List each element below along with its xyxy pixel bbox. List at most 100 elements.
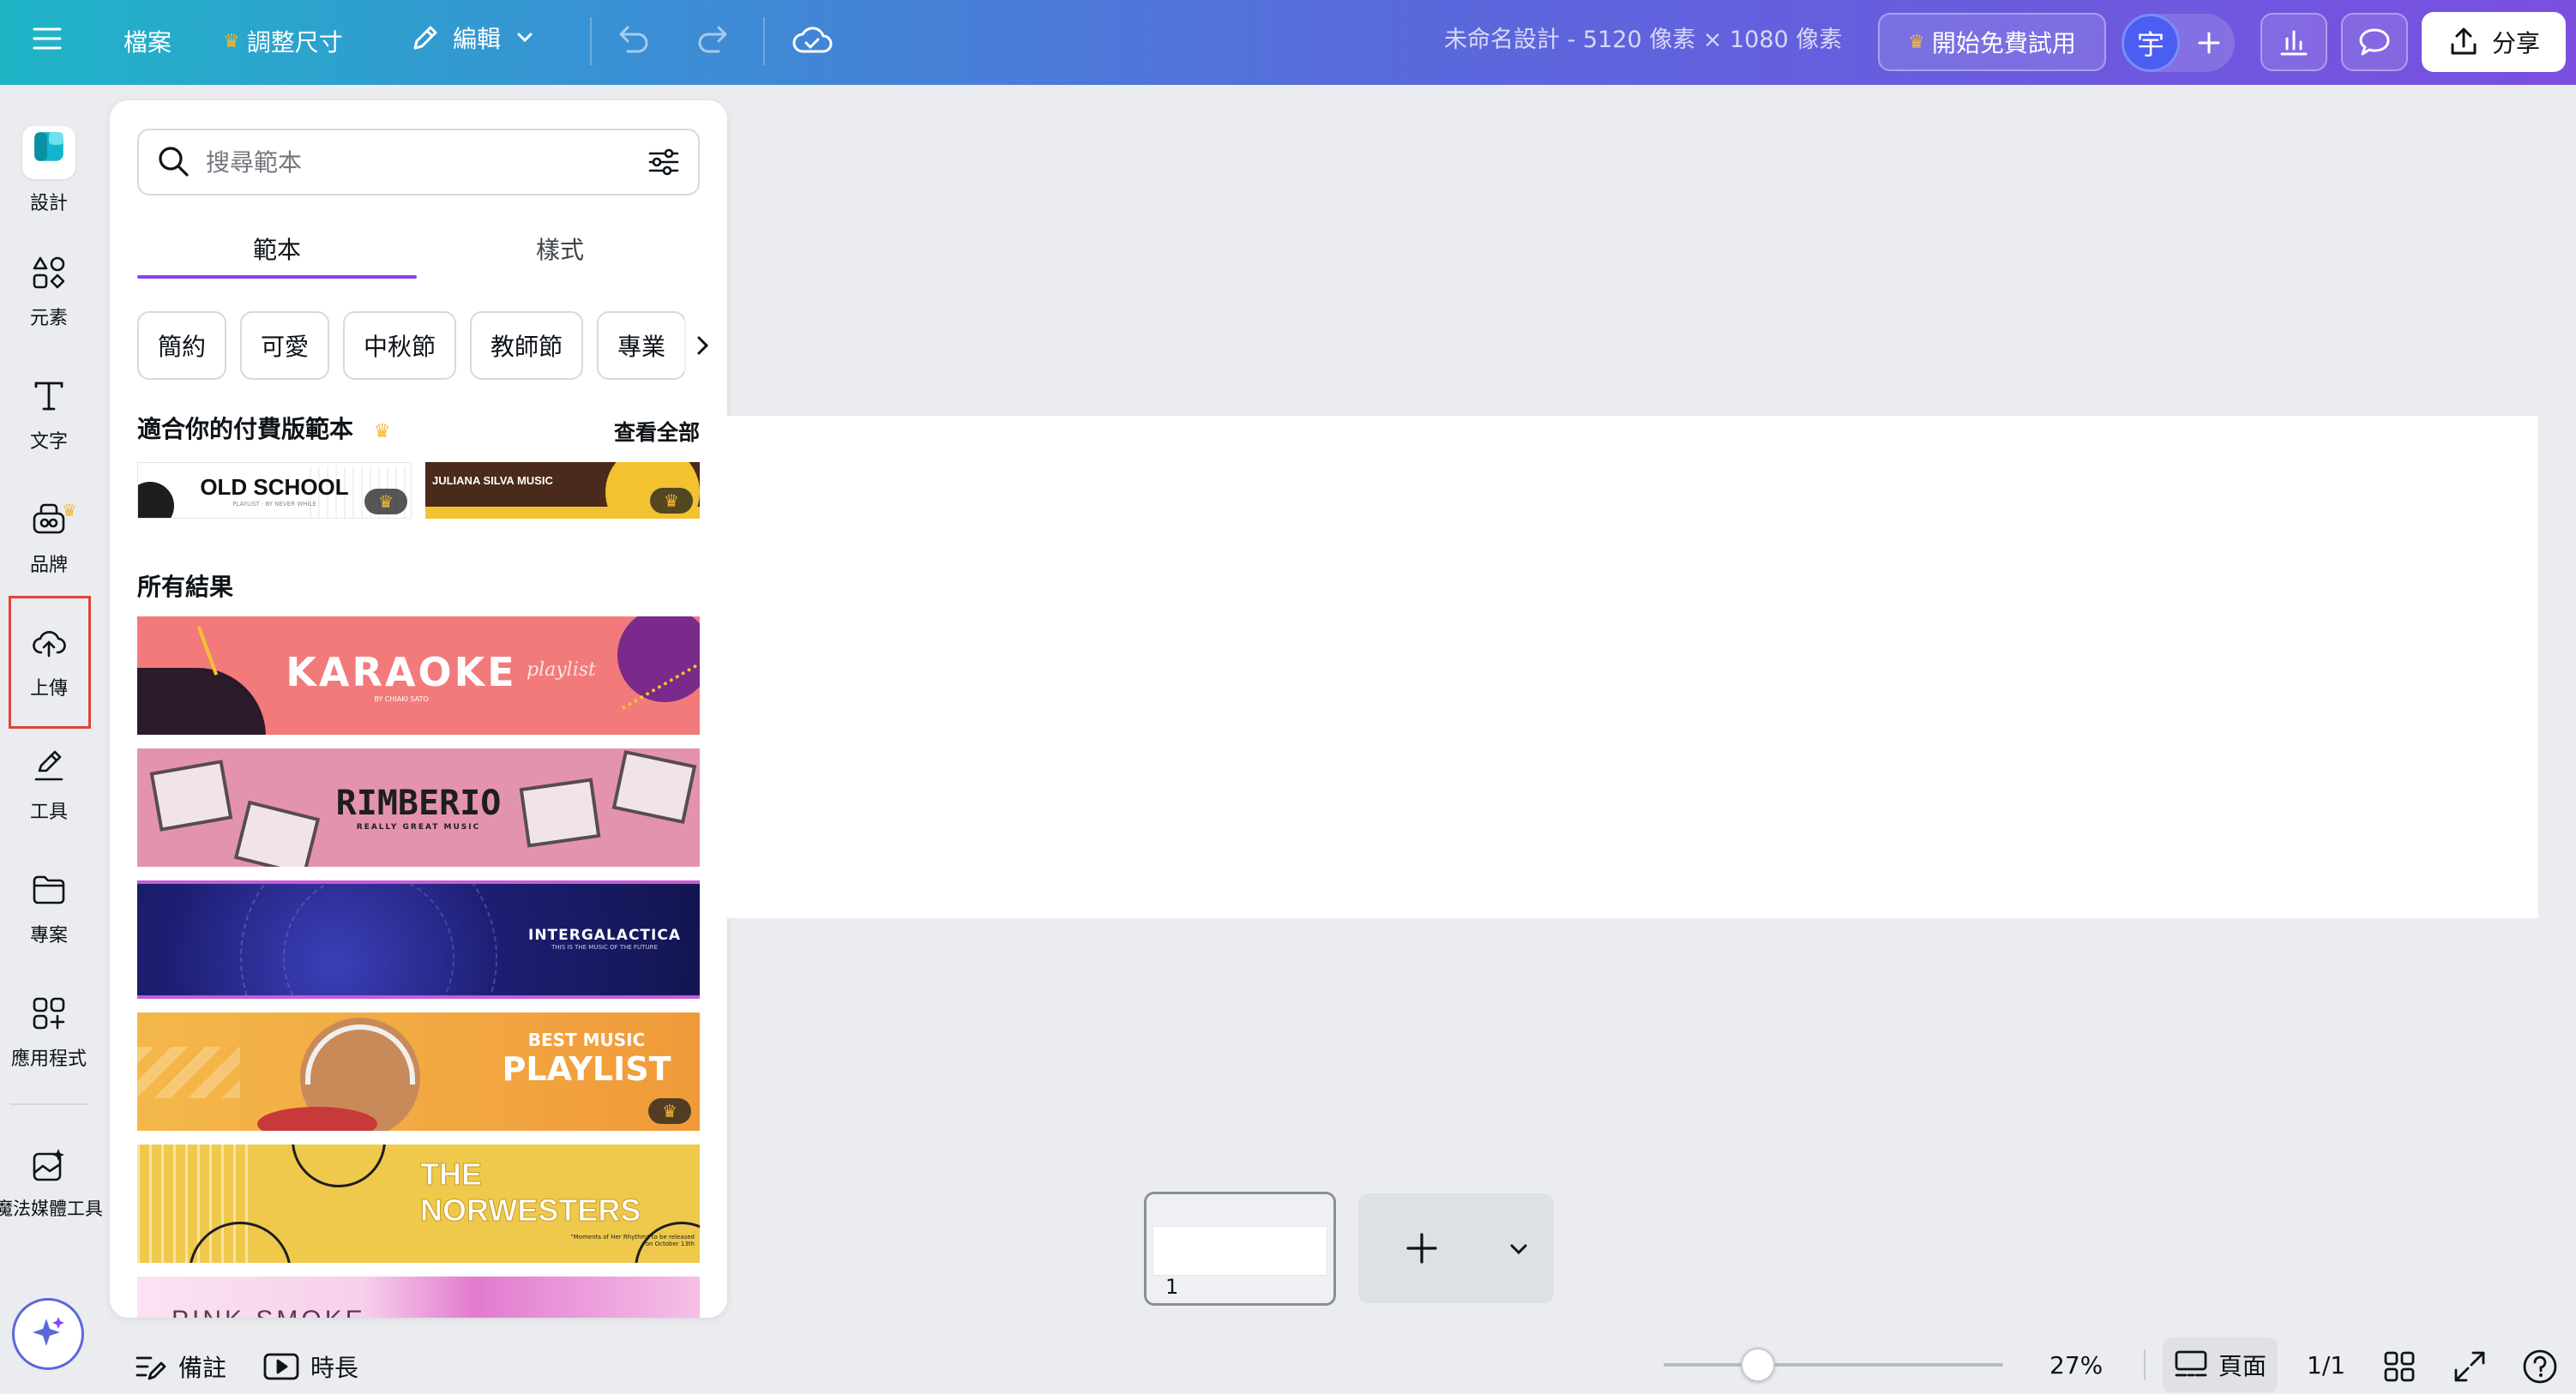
sparkle-icon	[33, 1317, 64, 1346]
filter-chips: 簡約 可愛 中秋節 教師節 專業	[137, 311, 722, 380]
premium-template-juliana-silva[interactable]: JULIANA SILVA MUSIC ♛	[425, 462, 700, 519]
chevron-down-icon[interactable]	[1506, 1236, 1532, 1262]
rail-item-design[interactable]: 設計	[0, 116, 98, 225]
rail-item-label: 文字	[29, 431, 68, 453]
page-number: 1	[1165, 1275, 1179, 1299]
rail-item-tools[interactable]: 工具	[0, 731, 98, 841]
template-pink-smoke[interactable]: PINK SMOKE	[137, 1277, 700, 1318]
tab-templates[interactable]: 範本	[137, 219, 417, 279]
page-count[interactable]: 1/1	[2307, 1351, 2345, 1379]
zoom-slider-track[interactable]	[1664, 1363, 2003, 1367]
chevron-down-icon	[517, 33, 533, 43]
avatar-initial: 宇	[2136, 28, 2164, 61]
template-text: BEST MUSIC PLAYLIST	[484, 1030, 689, 1088]
document-title-text: 未命名設計 - 5120 像素 × 1080 像素	[1444, 27, 1843, 53]
premium-badge: ♛	[648, 1098, 691, 1124]
rail-item-apps[interactable]: 應用程式	[0, 978, 98, 1088]
stripe-decoration	[137, 995, 700, 999]
text-icon	[34, 382, 63, 411]
rail-item-projects[interactable]: 專案	[0, 855, 98, 964]
share-button[interactable]: 分享	[2422, 12, 2566, 72]
zoom-slider-handle[interactable]	[1741, 1348, 1775, 1382]
template-text: INTERGALACTICA THIS IS THE MUSIC OF THE …	[515, 927, 695, 951]
resize-button[interactable]: ♛ 調整尺寸	[223, 24, 343, 58]
rail-item-label: 工具	[29, 802, 68, 823]
crown-icon: ♛	[223, 30, 240, 52]
chip-label: 可愛	[261, 333, 310, 361]
help-icon[interactable]	[2521, 1348, 2559, 1385]
chip-simple[interactable]: 簡約	[137, 311, 227, 380]
template-text: THE NORWESTERS "Moments of Her Rhythm" t…	[420, 1157, 695, 1248]
template-script: playlist	[527, 659, 596, 681]
edit-button[interactable]: 編輯	[408, 21, 537, 55]
divider	[763, 17, 765, 65]
chips-scroll-right[interactable]	[684, 311, 722, 380]
circle-decoration	[292, 1145, 386, 1187]
design-canvas[interactable]	[727, 416, 2538, 918]
plus-icon[interactable]	[1405, 1231, 1439, 1265]
comments-button[interactable]	[2341, 13, 2408, 71]
zoom-percentage[interactable]: 27%	[2049, 1351, 2103, 1379]
templates-panel: 範本 樣式 簡約 可愛 中秋節 教師節 專業 適合你的付費版範本 ♛ 查看全部 …	[110, 100, 727, 1318]
chip-professional[interactable]: 專業	[597, 311, 687, 380]
page-view-button[interactable]: 頁面	[2163, 1337, 2278, 1392]
search-input[interactable]	[206, 147, 626, 177]
stripe-decoration	[137, 880, 700, 884]
redo-icon[interactable]	[695, 22, 732, 57]
insights-button[interactable]	[2260, 13, 2327, 71]
file-menu-label: 檔案	[123, 28, 172, 57]
rail-item-brand[interactable]: ♛ 品牌	[0, 484, 98, 594]
active-tab-indicator	[137, 275, 417, 279]
duration-button[interactable]: 時長	[262, 1349, 358, 1384]
rail-item-elements[interactable]: 元素	[0, 237, 98, 347]
see-all-link[interactable]: 查看全部	[614, 416, 700, 447]
chip-mid-autumn[interactable]: 中秋節	[343, 311, 457, 380]
file-menu[interactable]: 檔案	[123, 24, 172, 58]
chip-cute[interactable]: 可愛	[240, 311, 330, 380]
filter-sliders-icon[interactable]	[645, 143, 683, 181]
template-subtitle: PLAYLIST · BY NEVER WHILE	[232, 500, 316, 508]
zoom-value: 27%	[2049, 1351, 2104, 1379]
see-all-label: 查看全部	[614, 420, 701, 445]
magic-media-icon	[33, 1149, 64, 1181]
premium-template-old-school[interactable]: OLD SCHOOL PLAYLIST · BY NEVER WHILE ♛	[137, 462, 412, 519]
rail-item-label: 元素	[29, 308, 68, 329]
cloud-save-icon[interactable]	[791, 21, 834, 58]
notes-button[interactable]: 備註	[134, 1349, 226, 1384]
fullscreen-icon[interactable]	[2453, 1349, 2487, 1384]
template-rimberio[interactable]: RIMBERIO REALLY GREAT MUSIC	[137, 748, 700, 867]
start-trial-button[interactable]: ♛ 開始免費試用	[1878, 13, 2106, 71]
template-karaoke[interactable]: KARAOKE BY CHIAKI SATO playlist	[137, 616, 700, 735]
search-box[interactable]	[137, 129, 700, 195]
template-subtitle: "Moments of Her Rhythm" to be released o…	[570, 1234, 695, 1247]
magic-assistant-button[interactable]	[12, 1298, 84, 1370]
chip-teachers-day[interactable]: 教師節	[470, 311, 584, 380]
premium-badge: ♛	[364, 489, 407, 514]
page-thumbnail[interactable]: 1	[1144, 1192, 1336, 1306]
bar-chart-icon	[2280, 30, 2308, 56]
rail-divider	[10, 1103, 87, 1105]
menu-icon[interactable]	[31, 22, 63, 55]
tab-styles[interactable]: 樣式	[420, 219, 700, 279]
timer-play-icon	[263, 1353, 299, 1380]
premium-badge: ♛	[650, 488, 693, 514]
template-title: THE NORWESTERS	[420, 1157, 641, 1229]
edit-label: 編輯	[453, 25, 502, 53]
template-best-music-playlist[interactable]: BEST MUSIC PLAYLIST ♛	[137, 1012, 700, 1131]
add-collaborator-icon[interactable]	[2183, 17, 2235, 69]
template-intergalactica[interactable]: INTERGALACTICA THIS IS THE MUSIC OF THE …	[137, 880, 700, 999]
document-title[interactable]: 未命名設計 - 5120 像素 × 1080 像素	[1444, 21, 1842, 54]
rail-item-text[interactable]: 文字	[0, 361, 98, 471]
template-the-norwesters[interactable]: THE NORWESTERS "Moments of Her Rhythm" t…	[137, 1145, 700, 1263]
undo-icon[interactable]	[614, 22, 652, 57]
template-title: INTERGALACTICA	[528, 927, 681, 944]
add-page-button[interactable]	[1358, 1193, 1554, 1303]
share-upload-icon	[2451, 27, 2477, 55]
selection-highlight	[9, 596, 91, 729]
avatar[interactable]: 宇	[2122, 14, 2180, 72]
thumbnail-page	[1153, 1227, 1327, 1275]
page-layout-icon	[2175, 1350, 2207, 1377]
side-rail: 設計 元素 文字 ♛ 品牌 上傳 工具 專案 應用程式 魔法媒體工具	[0, 85, 103, 1394]
rail-item-magic-media[interactable]: 魔法媒體工具	[0, 1129, 103, 1239]
grid-view-icon[interactable]	[2382, 1349, 2417, 1384]
